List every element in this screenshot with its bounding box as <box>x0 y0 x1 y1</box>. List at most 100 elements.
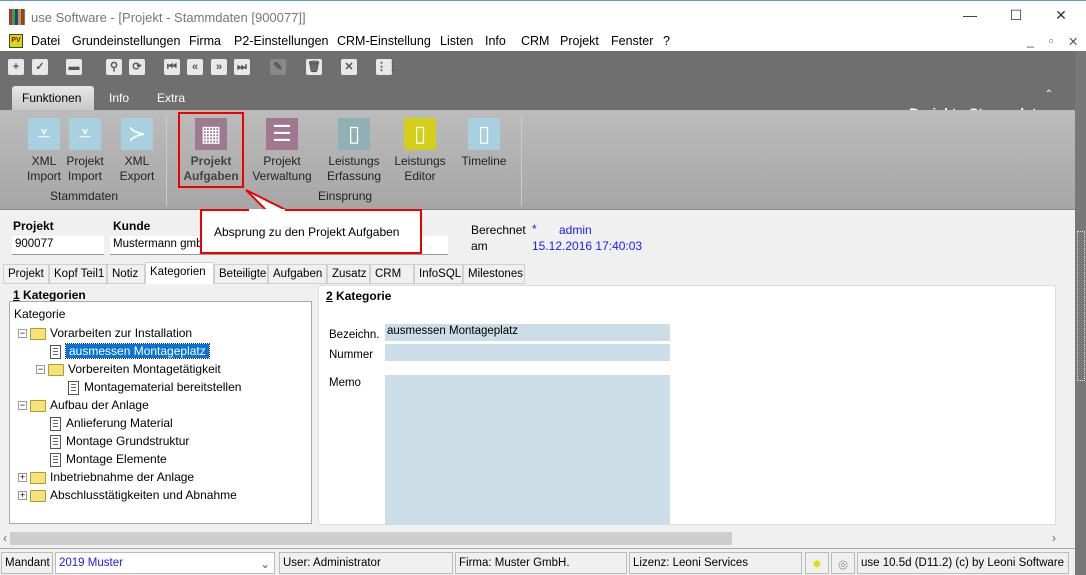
menu-datei[interactable]: Datei <box>31 34 60 48</box>
horizontal-scrollbar[interactable]: ‹ › <box>0 530 1075 547</box>
panel-title: 2 Kategorie <box>326 289 391 303</box>
panel-title-num: 2 <box>326 289 333 303</box>
tree-node-label: Abschlusstätigkeiten und Abnahme <box>50 488 237 502</box>
tree-node[interactable]: Anlieferung Material <box>50 414 173 432</box>
tree-node-label: Montage Grundstruktur <box>66 434 190 448</box>
button-label-line1: Leistungs <box>394 154 446 168</box>
tree-node[interactable]: − Vorarbeiten zur Installation <box>18 324 192 342</box>
tree-node[interactable]: Montage Grundstruktur <box>50 432 189 450</box>
scroll-thumb[interactable] <box>10 532 732 545</box>
projekt-field[interactable]: 900077 <box>12 236 104 255</box>
mdi-restore-button[interactable]: ▫ <box>1049 34 1053 48</box>
tree-node[interactable]: ausmessen Montageplatz <box>50 342 210 360</box>
tree-node-label: Montagematerial bereitstellen <box>84 380 242 394</box>
menu-bar: PV Datei Grundeinstellungen Firma P2-Ein… <box>0 32 1086 51</box>
tree-node[interactable]: + Abschlusstätigkeiten und Abnahme <box>18 486 237 504</box>
menu-projekt[interactable]: Projekt <box>560 34 599 48</box>
title-bar: use Software - [Projekt - Stammdaten [90… <box>0 0 1086 32</box>
close-button[interactable]: ✕ <box>1051 7 1071 27</box>
alarm-bell-icon[interactable]: ✸ <box>805 552 829 574</box>
tab-notiz[interactable]: Notiz <box>107 264 145 284</box>
folder-icon <box>30 399 46 412</box>
tree-node-label: Aufbau der Anlage <box>50 398 149 412</box>
next-icon[interactable]: » <box>211 59 227 75</box>
tab-beteiligte[interactable]: Beteiligte <box>214 264 268 284</box>
tab-milestones[interactable]: Milestones <box>463 264 525 284</box>
cancel-icon[interactable]: ✕ <box>341 59 357 75</box>
check-icon[interactable]: ✓ <box>32 59 48 75</box>
menu-grundeinstellungen[interactable]: Grundeinstellungen <box>72 34 180 48</box>
projekt-verwaltung-button[interactable]: ☰ Projekt Verwaltung <box>252 118 312 184</box>
callout-pointer <box>245 189 287 212</box>
mdi-close-button[interactable]: ✕ <box>1068 34 1078 49</box>
projekt-import-button[interactable]: ⩡ Projekt Import <box>64 118 106 184</box>
category-tree[interactable]: Kategorie − Vorarbeiten zur Installation a… <box>9 301 312 524</box>
scroll-right-icon[interactable]: › <box>1052 531 1056 545</box>
maximize-button[interactable]: ☐ <box>1006 7 1026 27</box>
menu-crm-einstellung[interactable]: CRM-Einstellung <box>337 34 431 48</box>
xml-import-icon: ⩡ <box>28 118 60 150</box>
tab-projekt[interactable]: Projekt <box>3 264 49 284</box>
tab-kategorien[interactable]: Kategorien <box>145 262 214 284</box>
refresh-icon[interactable]: ⟳ <box>129 59 145 75</box>
menu-listen[interactable]: Listen <box>440 34 473 48</box>
menu-info[interactable]: Info <box>485 34 506 48</box>
tab-zusatz[interactable]: Zusatz <box>327 264 370 284</box>
group-label-einsprung: Einsprung <box>318 189 373 203</box>
plus-icon[interactable]: + <box>8 59 24 75</box>
mdi-minimize-button[interactable]: _ <box>1027 34 1034 48</box>
search-icon[interactable]: ⚲ <box>106 59 122 75</box>
tree-node-label: Vorarbeiten zur Installation <box>50 326 193 340</box>
memo-field[interactable] <box>385 375 670 525</box>
vertical-scrollbar[interactable] <box>1075 51 1086 575</box>
ribbon-tab-info[interactable]: Info <box>99 86 139 110</box>
tree-node[interactable]: − Aufbau der Anlage <box>18 396 149 414</box>
expand-icon[interactable]: + <box>18 473 27 483</box>
menu-firma[interactable]: Firma <box>189 34 221 48</box>
trash-icon[interactable]: 🗑 <box>306 59 322 75</box>
prev-icon[interactable]: « <box>187 59 203 75</box>
first-icon[interactable]: ⏮ <box>164 59 180 75</box>
mandant-select[interactable]: 2019 Muster ⌄ <box>55 552 275 574</box>
last-icon[interactable]: ⏭ <box>234 59 250 75</box>
tab-kopf-teil1[interactable]: Kopf Teil1 <box>49 264 107 284</box>
bezeichnung-field[interactable]: ausmessen Montageplatz <box>385 324 670 341</box>
ribbon-tab-funktionen[interactable]: Funktionen <box>12 86 94 110</box>
button-label-line2: Verwaltung <box>252 169 312 183</box>
edit-icon[interactable]: ✎ <box>270 59 286 75</box>
tree-node[interactable]: + Inbetriebnahme der Anlage <box>18 468 194 486</box>
nummer-field[interactable] <box>385 344 670 361</box>
folder-icon <box>30 471 46 484</box>
tree-node[interactable]: − Vorbereiten Montagetätigkeit <box>36 360 221 378</box>
status-bar: Mandant 2019 Muster ⌄ User: Administrator… <box>0 548 1075 575</box>
grid-icon[interactable]: ⋮⋮ <box>376 59 398 75</box>
tree-node-label: Montage Elemente <box>66 452 167 466</box>
nummer-label: Nummer <box>329 349 374 361</box>
fingerprint-icon[interactable]: ◎ <box>831 552 855 574</box>
tab-crm[interactable]: CRM <box>370 264 414 284</box>
tree-node[interactable]: Montagematerial bereitstellen <box>68 378 241 396</box>
print-icon[interactable]: ▬ <box>66 59 82 75</box>
collapse-icon[interactable]: − <box>36 365 45 375</box>
splitter-handle[interactable] <box>1077 231 1085 381</box>
collapse-ribbon-icon[interactable]: ⌃ <box>1045 89 1053 100</box>
menu-fenster[interactable]: Fenster <box>611 34 653 48</box>
menu-help[interactable]: ? <box>663 34 670 48</box>
expand-icon[interactable]: + <box>18 491 27 501</box>
collapse-icon[interactable]: − <box>18 329 27 339</box>
scroll-left-icon[interactable]: ‹ <box>3 531 7 545</box>
tab-aufgaben[interactable]: Aufgaben <box>268 264 327 284</box>
document-icon <box>50 416 61 431</box>
menu-p2-einstellungen[interactable]: P2-Einstellungen <box>234 34 329 48</box>
leistungs-editor-button[interactable]: ▯ Leistungs Editor <box>392 118 448 184</box>
minimize-button[interactable]: — <box>960 7 980 27</box>
leistungs-erfassung-button[interactable]: ▯ Leistungs Erfassung <box>324 118 384 184</box>
collapse-icon[interactable]: − <box>18 401 27 411</box>
menu-crm[interactable]: CRM <box>521 34 549 48</box>
tab-infosql[interactable]: InfoSQL <box>414 264 463 284</box>
button-label-line2: Import <box>67 169 102 183</box>
ribbon-tab-extra[interactable]: Extra <box>147 86 195 110</box>
xml-export-button[interactable]: ≻ XML Export <box>116 118 158 184</box>
tree-node[interactable]: Montage Elemente <box>50 450 167 468</box>
timeline-button[interactable]: ▯ Timeline <box>456 118 512 169</box>
